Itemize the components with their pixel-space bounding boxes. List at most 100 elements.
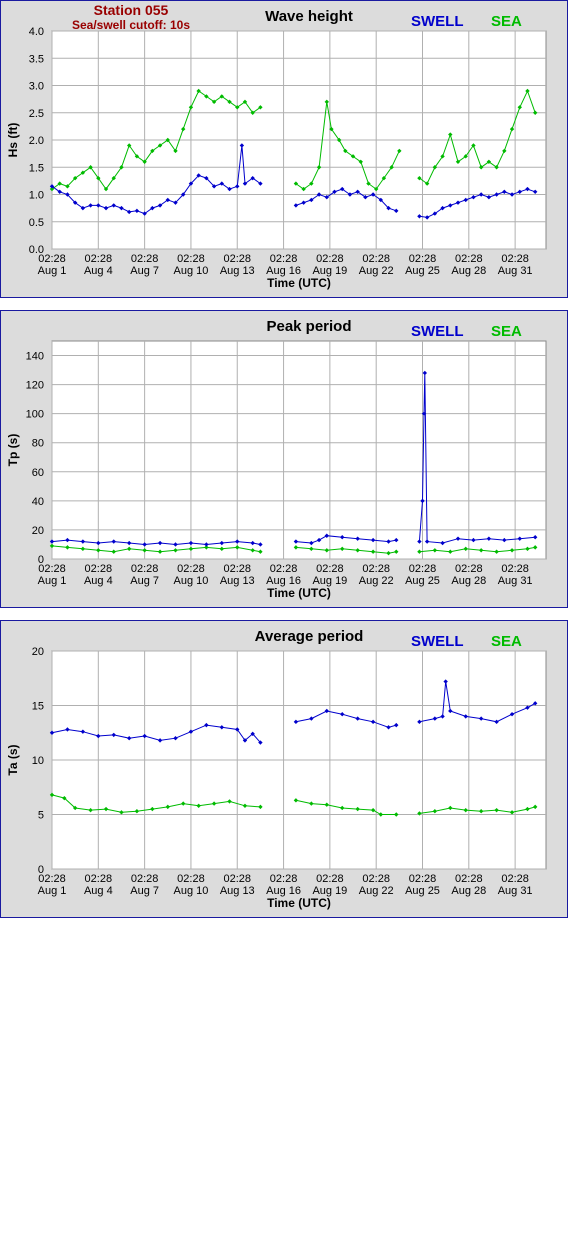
x-tick-time: 02:28 (409, 253, 437, 265)
x-tick-date: Aug 28 (451, 265, 486, 277)
x-tick-date: Aug 22 (359, 885, 394, 897)
y-tick-label: 2.0 (29, 135, 44, 147)
x-tick-time: 02:28 (362, 253, 390, 265)
x-tick-date: Aug 31 (498, 885, 533, 897)
x-tick-time: 02:28 (223, 253, 251, 265)
y-tick-label: 1.0 (29, 190, 44, 202)
y-tick-label: 15 (32, 701, 44, 713)
legend-swell: SWELL (411, 323, 464, 340)
x-tick-time: 02:28 (316, 563, 344, 575)
x-tick-time: 02:28 (131, 253, 159, 265)
legend-swell: SWELL (411, 13, 464, 30)
x-tick-time: 02:28 (362, 563, 390, 575)
x-tick-date: Aug 1 (38, 575, 67, 587)
x-tick-date: Aug 25 (405, 265, 440, 277)
x-tick-date: Aug 4 (84, 575, 113, 587)
y-tick-label: 100 (26, 409, 44, 421)
y-axis-label: Hs (ft) (6, 123, 20, 158)
wave-height-panel: 0.0 0.5 1.0 1.5 2.0 2.5 3.0 3.5 4.0 02:28 Aug 1 02:… (0, 0, 568, 298)
x-tick-time: 02:28 (501, 873, 529, 885)
x-tick-time: 02:28 (177, 563, 205, 575)
x-tick-time: 02:28 (270, 873, 298, 885)
y-tick-label: 0.5 (29, 217, 44, 229)
peak-period-panel: 0 20 40 60 80 100 120 140 02:28 Aug 1 02:28 Aug 4 02… (0, 310, 568, 608)
y-tick-label: 4.0 (29, 26, 44, 38)
chart-title: Average period (255, 628, 364, 645)
x-tick-time: 02:28 (131, 563, 159, 575)
x-tick-date: Aug 22 (359, 575, 394, 587)
x-tick-time: 02:28 (455, 873, 483, 885)
x-tick-time: 02:28 (501, 563, 529, 575)
x-tick-time: 02:28 (177, 253, 205, 265)
peak-period-chart: 02040608010012014002:28Aug 102:28Aug 402… (6, 318, 547, 600)
x-tick-date: Aug 28 (451, 575, 486, 587)
x-tick-date: Aug 13 (220, 265, 255, 277)
y-tick-label: 1.5 (29, 162, 44, 174)
wave-height-chart: 0.00.51.01.52.02.53.03.54.002:28Aug 102:… (6, 2, 547, 290)
y-tick-label: 40 (32, 496, 44, 508)
x-tick-time: 02:28 (223, 563, 251, 575)
x-tick-date: Aug 13 (220, 885, 255, 897)
y-axis-label: Tp (s) (6, 434, 20, 467)
x-tick-time: 02:28 (85, 253, 113, 265)
x-tick-time: 02:28 (131, 873, 159, 885)
legend-sea: SEA (491, 633, 522, 650)
y-tick-label: 120 (26, 380, 44, 392)
chart-title: Peak period (266, 318, 351, 335)
plot-area (51, 340, 547, 560)
x-tick-time: 02:28 (270, 253, 298, 265)
station-name: Station 055 (94, 2, 169, 18)
x-tick-time: 02:28 (455, 563, 483, 575)
x-tick-time: 02:28 (409, 873, 437, 885)
x-tick-time: 02:28 (316, 253, 344, 265)
x-tick-date: Aug 7 (130, 575, 159, 587)
cutoff-note: Sea/swell cutoff: 10s (72, 18, 190, 32)
y-tick-label: 20 (32, 646, 44, 658)
x-tick-date: Aug 25 (405, 575, 440, 587)
y-tick-label: 10 (32, 755, 44, 767)
y-tick-label: 20 (32, 525, 44, 537)
x-tick-date: Aug 10 (174, 265, 209, 277)
legend-sea: SEA (491, 13, 522, 30)
y-tick-label: 60 (32, 467, 44, 479)
x-tick-time: 02:28 (85, 563, 113, 575)
x-tick-time: 02:28 (409, 563, 437, 575)
x-tick-time: 02:28 (177, 873, 205, 885)
x-axis-label: Time (UTC) (267, 586, 331, 600)
y-tick-label: 80 (32, 438, 44, 450)
x-tick-date: Aug 4 (84, 885, 113, 897)
x-tick-date: Aug 31 (498, 575, 533, 587)
legend-sea: SEA (491, 323, 522, 340)
x-tick-date: Aug 22 (359, 265, 394, 277)
x-tick-date: Aug 13 (220, 575, 255, 587)
y-tick-label: 5 (38, 810, 44, 822)
x-tick-date: Aug 7 (130, 885, 159, 897)
x-tick-time: 02:28 (316, 873, 344, 885)
chart-title: Wave height (265, 8, 353, 25)
y-tick-label: 140 (26, 351, 44, 363)
average-period-panel: 0 5 10 15 20 02:28 Aug 1 02:28 Aug 4 02:28 Aug 7 02… (0, 620, 568, 918)
x-tick-time: 02:28 (501, 253, 529, 265)
x-tick-time: 02:28 (85, 873, 113, 885)
x-axis-label: Time (UTC) (267, 896, 331, 910)
y-tick-label: 3.0 (29, 81, 44, 93)
y-tick-label: 2.5 (29, 108, 44, 120)
x-tick-date: Aug 1 (38, 265, 67, 277)
x-tick-time: 02:28 (362, 873, 390, 885)
x-tick-date: Aug 10 (174, 575, 209, 587)
x-tick-date: Aug 1 (38, 885, 67, 897)
x-tick-time: 02:28 (38, 873, 66, 885)
x-tick-time: 02:28 (38, 253, 66, 265)
x-tick-date: Aug 10 (174, 885, 209, 897)
legend-swell: SWELL (411, 633, 464, 650)
x-tick-date: Aug 28 (451, 885, 486, 897)
x-axis-label: Time (UTC) (267, 276, 331, 290)
x-tick-date: Aug 25 (405, 885, 440, 897)
x-tick-time: 02:28 (455, 253, 483, 265)
average-period-chart: 0510152002:28Aug 102:28Aug 402:28Aug 702… (6, 628, 547, 910)
y-tick-label: 3.5 (29, 53, 44, 65)
x-tick-date: Aug 31 (498, 265, 533, 277)
x-tick-date: Aug 4 (84, 265, 113, 277)
x-tick-time: 02:28 (38, 563, 66, 575)
x-tick-date: Aug 7 (130, 265, 159, 277)
